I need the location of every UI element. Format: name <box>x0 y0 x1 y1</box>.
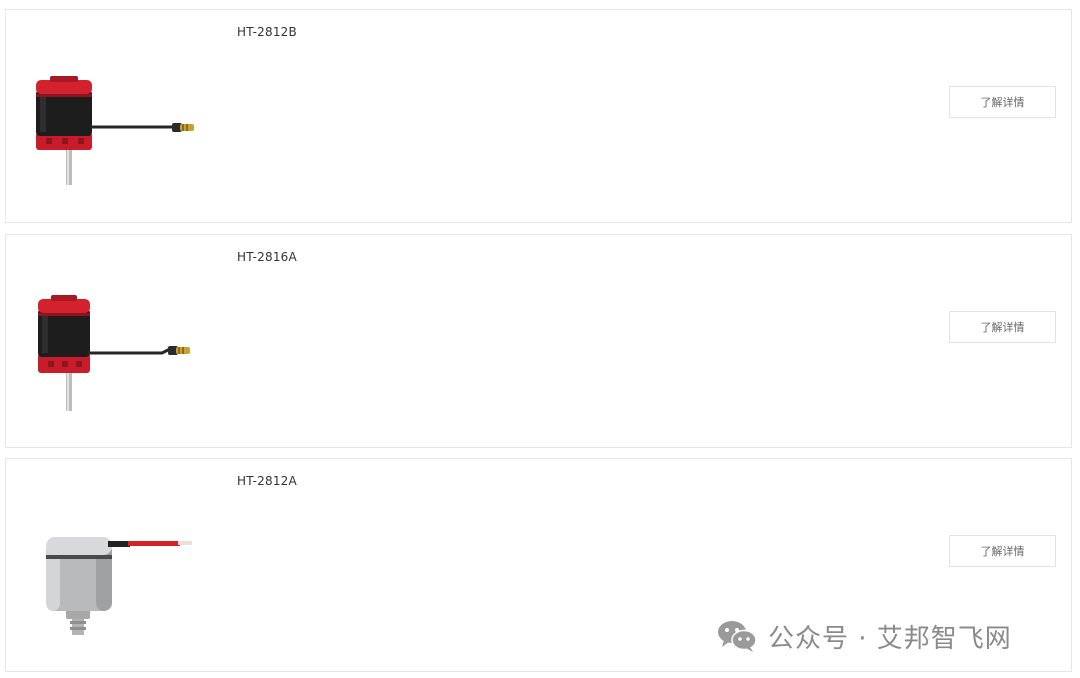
product-model-name: HT-2812B <box>237 25 297 39</box>
learn-more-button[interactable]: 了解详情 <box>949 535 1056 567</box>
product-card: HT-2812B 了解详情 <box>5 9 1072 223</box>
product-card: HT-2816A 了解详情 <box>5 234 1072 448</box>
watermark-text: 公众号 · 艾邦智飞网 <box>768 623 1012 654</box>
product-model-name: HT-2812A <box>237 474 297 488</box>
product-image-motor[interactable] <box>24 50 204 190</box>
learn-more-button[interactable]: 了解详情 <box>949 311 1056 343</box>
wechat-icon <box>718 621 757 652</box>
silver-motor-illustration <box>46 537 192 635</box>
red-motor-illustration <box>38 295 190 411</box>
watermark: 公众号 · 艾邦智飞网 <box>716 616 1012 656</box>
learn-more-button[interactable]: 了解详情 <box>949 86 1056 118</box>
product-list: HT-2812B 了解详情 HT-2816A 了解详情 HT-2812A 了解详… <box>0 0 1080 678</box>
red-motor-illustration <box>36 76 194 185</box>
product-image-motor[interactable] <box>24 499 204 639</box>
product-model-name: HT-2816A <box>237 250 297 264</box>
product-image-motor[interactable] <box>24 275 204 415</box>
